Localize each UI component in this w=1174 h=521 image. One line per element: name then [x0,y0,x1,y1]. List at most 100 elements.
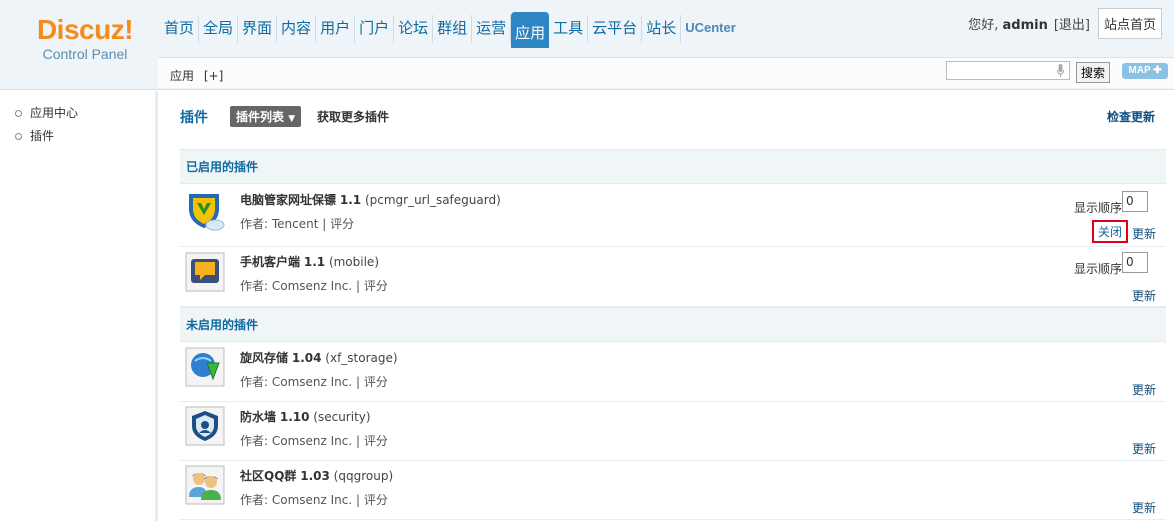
plugin-identifier: (mobile) [328,255,379,269]
logo-text: Discuz! [36,14,134,45]
plugin-name: 电脑管家网址保镖 1.1 (pcmgr_url_safeguard) [240,191,501,208]
plugin-name: 手机客户端 1.1 (mobile) [240,253,379,270]
nav-groups[interactable]: 群组 [433,15,473,43]
rate-link[interactable]: 评分 [364,493,388,507]
display-order-label: 显示顺序: [1073,201,1126,215]
plugin-author: 作者: Tencent | 评分 [240,215,354,232]
separator: | [356,493,361,507]
nav-interface[interactable]: 界面 [238,15,278,43]
nav-portal[interactable]: 门户 [355,15,395,43]
separator: | [322,217,327,231]
plugin-author: 作者: Comsenz Inc. | 评分 [240,491,388,508]
breadcrumb-bar: 应用 [+] 搜索 MAP ✚ [158,57,1174,88]
site-home-button[interactable]: 站点首页 [1097,8,1162,39]
nav-tools[interactable]: 工具 [549,15,589,43]
add-shortcut-link[interactable]: [+] [204,69,223,83]
plugin-title: 防水墙 [240,410,277,424]
plugin-version: 1.03 [300,469,330,483]
logo[interactable]: Discuz! Control Panel [20,14,150,62]
plugin-list-dropdown[interactable]: 插件列表 ▼ [230,106,302,127]
plugin-row-xf-storage: 旋风存储 1.04 (xf_storage) 作者: Comsenz Inc. … [180,343,1166,402]
plugin-title: 旋风存储 [240,351,289,365]
update-plugin-link[interactable]: 更新 [1132,440,1156,457]
nav-apps[interactable]: 应用 [511,12,550,48]
map-button[interactable]: MAP ✚ [1122,63,1168,79]
separator: | [356,375,361,389]
plugin-author: 作者: Comsenz Inc. | 评分 [240,373,388,390]
plugin-row-qqgroup: 社区QQ群 1.03 (qqgroup) 作者: Comsenz Inc. | … [180,461,1166,520]
security-shield-icon [185,406,225,446]
nav-webmaster[interactable]: 站长 [642,15,682,43]
plugin-version: 1.04 [291,351,322,365]
logo-subtitle: Control Panel [42,46,128,62]
author-text: 作者: Comsenz Inc. [240,375,353,389]
greeting: 您好, admin [968,14,1048,33]
page-title: 插件 [180,110,208,126]
sidebar-item-label: 应用中心 [30,106,79,120]
chat-bubble-icon [185,252,225,292]
display-order-input[interactable]: 0 [1122,191,1148,212]
logout-link[interactable]: [退出] [1054,14,1090,33]
plugin-version: 1.1 [339,193,362,207]
get-more-plugins-link[interactable]: 获取更多插件 [317,108,389,125]
main-nav: 首页 全局 界面 内容 用户 门户 论坛 群组 运营 应用 工具 云平台 站长 … [160,12,740,48]
breadcrumb: 应用 [+] [170,67,223,84]
plugin-list-label: 插件列表 [236,110,285,124]
author-text: 作者: Comsenz Inc. [240,279,353,293]
rate-link[interactable]: 评分 [364,279,388,293]
nav-forum[interactable]: 论坛 [394,15,434,43]
plugin-version: 1.1 [303,255,326,269]
plugin-title: 电脑管家网址保镖 [240,193,337,207]
nav-content[interactable]: 内容 [277,15,317,43]
username: admin [1002,18,1048,33]
sidebar-item-app-center[interactable]: 应用中心 [0,102,155,125]
update-plugin-link[interactable]: 更新 [1132,499,1156,516]
separator: | [356,279,361,293]
plugin-identifier: (pcmgr_url_safeguard) [364,193,501,207]
separator: | [356,434,361,448]
users-icon [185,465,225,505]
plugin-row-security: 防水墙 1.10 (security) 作者: Comsenz Inc. | 评… [180,402,1166,461]
update-plugin-link[interactable]: 更新 [1132,225,1156,242]
plugin-identifier: (xf_storage) [325,351,398,365]
display-order-input[interactable]: 0 [1122,252,1148,273]
author-text: 作者: Comsenz Inc. [240,493,353,507]
rate-link[interactable]: 评分 [364,375,388,389]
plugin-name: 社区QQ群 1.03 (qqgroup) [240,467,393,484]
plugin-identifier: (qqgroup) [333,469,394,483]
plugin-author: 作者: Comsenz Inc. | 评分 [240,432,388,449]
nav-operations[interactable]: 运营 [472,15,512,43]
plugin-row-pcmgr: 电脑管家网址保镖 1.1 (pcmgr_url_safeguard) 作者: T… [180,185,1166,247]
check-update-link[interactable]: 检查更新 [1107,108,1155,125]
close-plugin-button[interactable]: 关闭 [1091,220,1128,243]
search-input[interactable] [946,61,1070,80]
nav-users[interactable]: 用户 [316,15,356,43]
nav-home[interactable]: 首页 [160,15,200,43]
enabled-plugins-header: 已启用的插件 [180,149,1166,184]
map-label: MAP [1128,65,1151,76]
plugin-title: 社区QQ群 [240,469,297,483]
update-plugin-link[interactable]: 更新 [1132,381,1156,398]
plugin-identifier: (security) [313,410,371,424]
sidebar: 应用中心 插件 [0,91,158,521]
user-area: 您好, admin [退出] 站点首页 [968,8,1162,39]
sidebar-item-plugins[interactable]: 插件 [0,125,155,148]
update-plugin-link[interactable]: 更新 [1132,287,1156,304]
microphone-icon[interactable] [1057,64,1064,77]
rate-link[interactable]: 评分 [364,434,388,448]
greeting-prefix: 您好, [968,18,1003,33]
nav-cloud[interactable]: 云平台 [588,15,643,43]
sidebar-item-label: 插件 [30,129,55,143]
author-text: 作者: Comsenz Inc. [240,434,353,448]
plugin-row-mobile: 手机客户端 1.1 (mobile) 作者: Comsenz Inc. | 评分… [180,247,1166,307]
search-button[interactable]: 搜索 [1076,62,1111,83]
plugin-name: 防水墙 1.10 (security) [240,408,371,425]
map-arrow-icon: ✚ [1150,65,1162,76]
nav-global[interactable]: 全局 [199,15,239,43]
nav-ucenter[interactable]: UCenter [681,15,740,43]
disabled-plugins-header: 未启用的插件 [180,307,1166,342]
rate-link[interactable]: 评分 [330,217,354,231]
plugin-name: 旋风存储 1.04 (xf_storage) [240,349,398,366]
download-globe-icon [185,347,225,387]
main-content: 插件 插件列表 ▼ 获取更多插件 检查更新 已启用的插件 电脑管家网址保镖 1.… [161,91,1174,521]
